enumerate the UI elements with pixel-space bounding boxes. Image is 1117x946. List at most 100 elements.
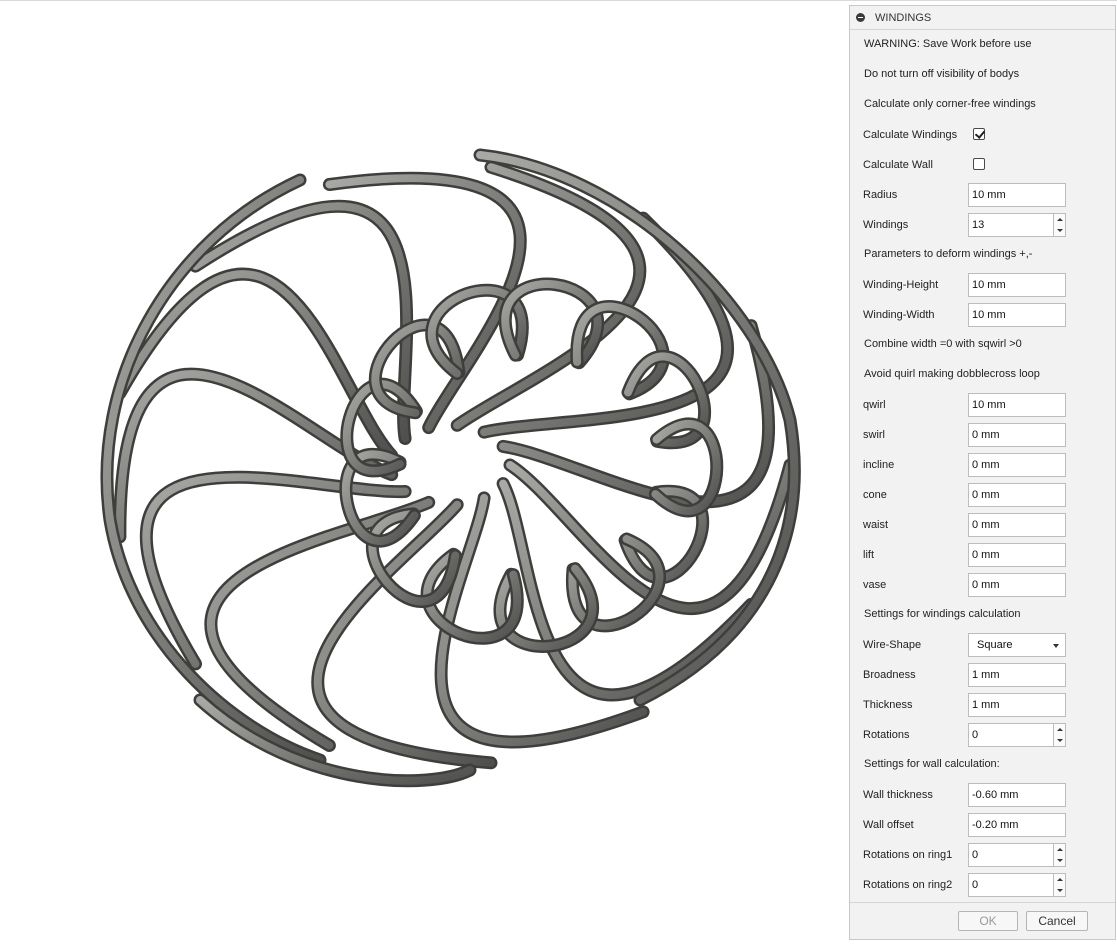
calc-windings-row: Calculate Windings (850, 120, 1115, 150)
wall-offset-row: Wall offset (850, 810, 1115, 840)
chevron-down-icon[interactable] (1053, 644, 1059, 648)
windings-input[interactable] (968, 213, 1054, 237)
cone-input[interactable] (968, 483, 1066, 507)
qwirl-label: qwirl (863, 399, 886, 411)
incline-input[interactable] (968, 453, 1066, 477)
rotations-ring1-row: Rotations on ring1 (850, 840, 1115, 870)
vase-input[interactable] (968, 573, 1066, 597)
cancel-button[interactable]: Cancel (1026, 911, 1088, 931)
3d-viewport[interactable] (0, 0, 848, 946)
wall-settings-note: Settings for wall calculation: (864, 758, 1000, 770)
windings-stepper[interactable] (1054, 213, 1066, 237)
calc-wall-label: Calculate Wall (863, 159, 933, 171)
combine-note: Combine width =0 with sqwirl >0 (864, 338, 1022, 350)
swirl-row: swirl (850, 420, 1115, 450)
spin-down-icon[interactable] (1054, 735, 1065, 746)
spin-up-icon[interactable] (1054, 214, 1065, 225)
check-mark-icon (974, 128, 986, 139)
windings-label: Windings (863, 219, 909, 231)
winding-loop-edge (189, 199, 414, 445)
rotations-label: Rotations (863, 729, 910, 741)
wire-windings-model[interactable] (0, 0, 848, 946)
waist-row: waist (850, 510, 1115, 540)
dialog-title: WINDINGS (875, 12, 932, 24)
wall-offset-input[interactable] (968, 813, 1066, 837)
windings-row: Windings (850, 210, 1115, 240)
dialog-header[interactable]: WINDINGS (850, 6, 1115, 30)
spin-up-icon[interactable] (1054, 724, 1065, 735)
deform-note-row: Parameters to deform windings +,- (850, 239, 1115, 269)
vase-label: vase (863, 579, 887, 591)
spin-down-icon[interactable] (1054, 885, 1065, 896)
windings-dialog: WINDINGS WARNING: Save Work before use D… (849, 5, 1116, 940)
cone-label: cone (863, 489, 887, 501)
qwirl-input[interactable] (968, 393, 1066, 417)
radius-row: Radius (850, 180, 1115, 210)
thickness-label: Thickness (863, 699, 913, 711)
broadness-row: Broadness (850, 660, 1115, 690)
winding-rim-edge (100, 173, 327, 767)
rotations-input[interactable] (968, 723, 1054, 747)
waist-input[interactable] (968, 513, 1066, 537)
spin-down-icon[interactable] (1054, 225, 1065, 236)
rotations-row: Rotations (850, 720, 1115, 750)
rotations-ring1-stepper[interactable] (1054, 843, 1066, 867)
cone-row: cone (850, 480, 1115, 510)
broadness-input[interactable] (968, 663, 1066, 687)
wire-shape-select[interactable]: Square (968, 633, 1066, 657)
wire-shape-row: Wire-Shape Square (850, 630, 1115, 660)
radius-label: Radius (863, 189, 898, 201)
rotations-ring2-input[interactable] (968, 873, 1054, 897)
rotations-ring1-input[interactable] (968, 843, 1054, 867)
calc-settings-note: Settings for windings calculation (864, 608, 1021, 620)
ok-button[interactable]: OK (958, 911, 1018, 931)
wall-thickness-label: Wall thickness (863, 789, 933, 801)
rotations-ring2-stepper[interactable] (1054, 873, 1066, 897)
wall-thickness-input[interactable] (968, 783, 1066, 807)
spin-up-icon[interactable] (1054, 844, 1065, 855)
lift-label: lift (863, 549, 874, 561)
waist-label: waist (863, 519, 889, 531)
winding-loop (499, 479, 756, 699)
calc-wall-checkbox[interactable] (973, 158, 985, 170)
rotations-ring2-label: Rotations on ring2 (863, 879, 953, 891)
corner-note-row: Calculate only corner-free windings (850, 89, 1115, 119)
visibility-note-row: Do not turn off visibility of bodys (850, 59, 1115, 89)
winding-width-label: Winding-Width (863, 309, 935, 321)
calc-settings-note-row: Settings for windings calculation (850, 599, 1115, 629)
thickness-input[interactable] (968, 693, 1066, 717)
wire-shape-value: Square (977, 639, 1013, 651)
collapse-icon[interactable] (856, 13, 865, 22)
avoid-note: Avoid quirl making dobblecross loop (864, 368, 1040, 380)
wall-offset-label: Wall offset (863, 819, 914, 831)
vase-row: vase (850, 570, 1115, 600)
dialog-footer: OK Cancel (850, 902, 1115, 939)
winding-loop-edge (496, 477, 758, 702)
spin-down-icon[interactable] (1054, 855, 1065, 866)
wall-settings-note-row: Settings for wall calculation: (850, 749, 1115, 779)
rotations-ring2-row: Rotations on ring2 (850, 870, 1115, 900)
calc-windings-label: Calculate Windings (863, 129, 958, 141)
winding-width-row: Winding-Width (850, 300, 1115, 330)
rotations-stepper[interactable] (1054, 723, 1066, 747)
calc-wall-row: Calculate Wall (850, 150, 1115, 180)
lift-input[interactable] (968, 543, 1066, 567)
spin-up-icon[interactable] (1054, 874, 1065, 885)
swirl-label: swirl (863, 429, 885, 441)
radius-input[interactable] (968, 183, 1066, 207)
winding-loop-edge (139, 470, 412, 671)
incline-label: incline (863, 459, 895, 471)
winding-height-input[interactable] (968, 273, 1066, 297)
corner-note: Calculate only corner-free windings (864, 98, 1036, 110)
swirl-input[interactable] (968, 423, 1066, 447)
rotations-ring1-label: Rotations on ring1 (863, 849, 953, 861)
winding-height-label: Winding-Height (863, 279, 939, 291)
warning-text: WARNING: Save Work before use (864, 38, 1032, 50)
calc-windings-checkbox[interactable] (973, 128, 986, 140)
winding-width-input[interactable] (968, 303, 1066, 327)
warning-row: WARNING: Save Work before use (850, 29, 1115, 59)
combine-note-row: Combine width =0 with sqwirl >0 (850, 329, 1115, 359)
wire-shape-label: Wire-Shape (863, 639, 922, 651)
qwirl-row: qwirl (850, 390, 1115, 420)
winding-rim (102, 176, 324, 764)
